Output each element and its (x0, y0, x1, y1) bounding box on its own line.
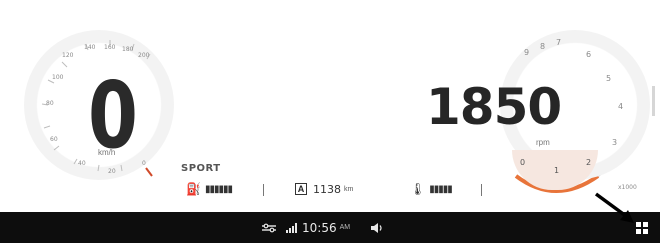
rpm-tick-label: 7 (556, 38, 562, 47)
rpm-unit: rpm (536, 138, 550, 147)
fuel-level-bars: ▮▮▮▮▮▮ (204, 183, 233, 195)
speed-tick-label: 100 (52, 74, 64, 81)
speed-unit: km/h (98, 148, 116, 157)
divider (481, 184, 482, 196)
speed-tick-label: 180 (122, 46, 134, 53)
speed-tick-label: 60 (50, 136, 58, 143)
instrument-cluster: 120 140 160 180 200 100 80 60 40 20 0 0 … (0, 0, 660, 212)
edge-indicator (652, 86, 655, 116)
clock-time: 10:56 (302, 220, 337, 235)
rpm-tick-label: 8 (540, 42, 546, 51)
drive-mode-label: SPORT (181, 163, 221, 174)
speed-tick-label: 200 (138, 52, 150, 59)
speed-tick-label: 120 (62, 52, 74, 59)
coolant-temperature-icon: 🌡 (410, 182, 426, 196)
speed-tick-label: 20 (108, 168, 116, 175)
divider (263, 184, 264, 196)
odometer-value: 1138 (313, 182, 341, 196)
trip-mode-badge: A (295, 183, 307, 195)
rpm-tick-label: 1 (554, 166, 560, 175)
speed-tick-label: 0 (142, 160, 146, 167)
clock: 10:56 AM (302, 212, 350, 243)
speaker-icon[interactable] (370, 212, 384, 243)
signal-strength-icon (286, 212, 298, 243)
clock-ampm: AM (339, 224, 351, 231)
speed-tick-label: 140 (84, 44, 96, 51)
fuel-pump-icon: ⛽ (186, 182, 201, 196)
speed-tick-label: 80 (46, 100, 54, 107)
odometer-unit: km (344, 185, 354, 193)
arrow-pointer-icon (594, 192, 634, 223)
sliders-icon[interactable] (262, 212, 276, 243)
odometer: A 1138 km (295, 178, 353, 200)
rpm-tick-label: 2 (586, 158, 592, 167)
rpm-tick-label: 3 (612, 138, 618, 147)
rpm-tick-label: 5 (606, 74, 612, 83)
coolant-gauge: 🌡 ▮▮▮▮▮ (410, 178, 453, 200)
rpm-multiplier-label: x1000 (618, 184, 637, 191)
coolant-level-bars: ▮▮▮▮▮ (429, 183, 452, 195)
speed-tick-label: 40 (78, 160, 86, 167)
status-bar: 10:56 AM (0, 212, 660, 243)
rpm-readout: 1850 (426, 78, 562, 136)
fuel-gauge: ⛽ ▮▮▮▮▮▮ (186, 178, 233, 200)
rpm-tick-label: 9 (524, 48, 530, 57)
rpm-tick-label: 4 (618, 102, 624, 111)
rpm-tick-label: 0 (520, 158, 526, 167)
speed-tick-label: 160 (104, 44, 116, 51)
rpm-tick-label: 6 (586, 50, 592, 59)
